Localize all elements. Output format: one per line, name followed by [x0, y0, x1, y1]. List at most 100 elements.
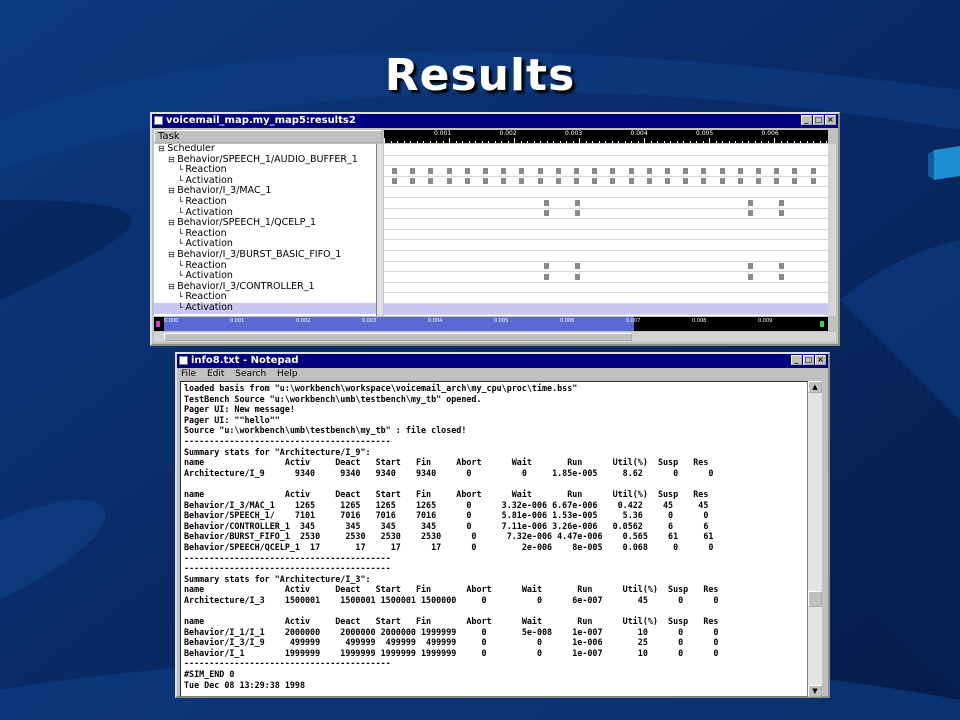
- results-window[interactable]: voicemail_map.my_map5:results2 _ □ × Tas…: [150, 112, 840, 346]
- results-titlebar[interactable]: voicemail_map.my_map5:results2 _ □ ×: [152, 114, 838, 128]
- ruler-tick: [755, 141, 756, 143]
- close-button[interactable]: ×: [815, 355, 826, 365]
- event-marker: [774, 178, 779, 184]
- trace-vertical-scrollbar[interactable]: [828, 144, 836, 316]
- tree-row-label: Reaction: [185, 259, 227, 271]
- ruler-tick-label: 0.003: [565, 130, 583, 137]
- expand-toggle-icon[interactable]: ⊟: [168, 155, 177, 164]
- notepad-vertical-scrollbar[interactable]: ▲ ▼: [808, 381, 822, 697]
- event-marker: [592, 178, 597, 184]
- event-marker: [556, 178, 561, 184]
- ruler-tick: [495, 141, 496, 143]
- ruler-tick-label: 0.002: [499, 130, 517, 137]
- notepad-window[interactable]: info8.txt - Notepad _ □ × File Edit Sear…: [175, 352, 830, 698]
- ruler-tick: [436, 141, 437, 143]
- event-marker: [544, 200, 549, 206]
- event-marker: [465, 178, 470, 184]
- ruler-tick: [592, 141, 593, 143]
- notepad-text: loaded basis from "u:\workbench\workspac…: [184, 383, 719, 690]
- ruler-tick: [573, 141, 574, 143]
- event-marker: [544, 263, 549, 269]
- notepad-scroll-thumb[interactable]: [808, 591, 822, 607]
- trace-row-line: [384, 186, 828, 187]
- tree-row-label: Activation: [185, 174, 233, 186]
- ruler-tick: [410, 141, 411, 143]
- expand-toggle-icon[interactable]: ⊟: [168, 250, 177, 259]
- event-marker: [629, 168, 634, 174]
- ruler-tick: [547, 141, 548, 143]
- text-editor-area[interactable]: loaded basis from "u:\workbench\workspac…: [180, 381, 808, 697]
- overview-tick-label: 0.009: [758, 318, 773, 324]
- ruler-tick: [560, 141, 561, 143]
- event-marker: [748, 274, 753, 280]
- close-button[interactable]: ×: [825, 115, 836, 125]
- ruler-tick: [735, 141, 736, 143]
- menu-edit[interactable]: Edit: [207, 369, 224, 379]
- notepad-titlebar[interactable]: info8.txt - Notepad _ □ ×: [177, 354, 828, 368]
- event-marker: [779, 200, 784, 206]
- tree-row-label: Behavior/SPEECH_1/QCELP_1: [177, 217, 317, 229]
- selected-row-highlight: [384, 303, 828, 314]
- task-tree[interactable]: ⊟ Scheduler ⊟ Behavior/SPEECH_1/AUDIO_BUF…: [154, 144, 376, 316]
- overview-tick-label: 0.000: [164, 318, 179, 324]
- event-marker: [483, 178, 488, 184]
- event-marker: [574, 168, 579, 174]
- overview-tick-label: 0.002: [296, 318, 311, 324]
- tree-row-label: Reaction: [185, 164, 227, 176]
- overview-tick-label: 0.003: [362, 318, 377, 324]
- scroll-up-arrow-icon[interactable]: ▲: [808, 381, 822, 393]
- expand-toggle-icon[interactable]: ⊟: [168, 186, 177, 195]
- minimize-button[interactable]: _: [801, 115, 812, 125]
- tree-row-label: Activation: [185, 206, 233, 218]
- overview-strip[interactable]: 0.000 0.001 0.002 0.003 0.004 0.005 0.006 0.007…: [154, 317, 828, 331]
- overview-tick-label: 0.004: [428, 318, 443, 324]
- event-marker: [720, 178, 725, 184]
- ruler-tick: [781, 141, 782, 143]
- menu-help[interactable]: Help: [277, 369, 298, 379]
- scrollbar-thumb[interactable]: [164, 333, 632, 341]
- ruler-tick-label: 0.005: [696, 130, 714, 137]
- ruler-tick: [599, 141, 600, 143]
- ruler-tick: [703, 141, 704, 143]
- event-marker: [779, 274, 784, 280]
- minimize-button[interactable]: _: [791, 355, 802, 365]
- maximize-button[interactable]: □: [803, 355, 814, 365]
- event-marker: [574, 178, 579, 184]
- event-marker: [748, 200, 753, 206]
- event-marker: [748, 263, 753, 269]
- ruler-tick: [729, 141, 730, 143]
- tree-row[interactable]: └ Activation: [154, 302, 376, 314]
- tree-row-label: Behavior/I_3/CONTROLLER_1: [177, 280, 315, 292]
- horizontal-scrollbar[interactable]: [154, 332, 836, 342]
- event-marker: [575, 274, 580, 280]
- tree-splitter[interactable]: [376, 144, 383, 316]
- start-marker-icon: [156, 321, 160, 327]
- event-marker: [575, 210, 580, 216]
- maximize-button[interactable]: □: [813, 115, 824, 125]
- expand-toggle-icon[interactable]: ⊟: [158, 144, 167, 153]
- ruler-tick: [820, 141, 821, 143]
- event-marker: [738, 178, 743, 184]
- trace-panel[interactable]: [384, 144, 828, 316]
- ruler-tick: [540, 141, 541, 143]
- ruler-tick: [501, 141, 502, 143]
- event-marker: [701, 178, 706, 184]
- scroll-down-arrow-icon[interactable]: ▼: [808, 685, 822, 697]
- trace-row-line: [384, 197, 828, 198]
- end-marker-icon: [820, 321, 824, 327]
- ruler-tick: [404, 141, 405, 143]
- app-icon: [154, 116, 163, 125]
- overview-tick-label: 0.001: [230, 318, 245, 324]
- menu-search[interactable]: Search: [235, 369, 266, 379]
- task-column-header[interactable]: Task: [154, 130, 382, 143]
- ruler-tick: [514, 138, 515, 143]
- trace-row-line: [384, 155, 828, 156]
- expand-toggle-icon[interactable]: ⊟: [168, 218, 177, 227]
- event-marker: [756, 168, 761, 174]
- ruler-tick: [696, 141, 697, 143]
- expand-toggle-icon[interactable]: ⊟: [168, 282, 177, 291]
- ruler-tick: [384, 138, 385, 143]
- menu-file[interactable]: File: [181, 369, 196, 379]
- trace-row-line: [384, 239, 828, 240]
- trace-row-line: [384, 303, 828, 304]
